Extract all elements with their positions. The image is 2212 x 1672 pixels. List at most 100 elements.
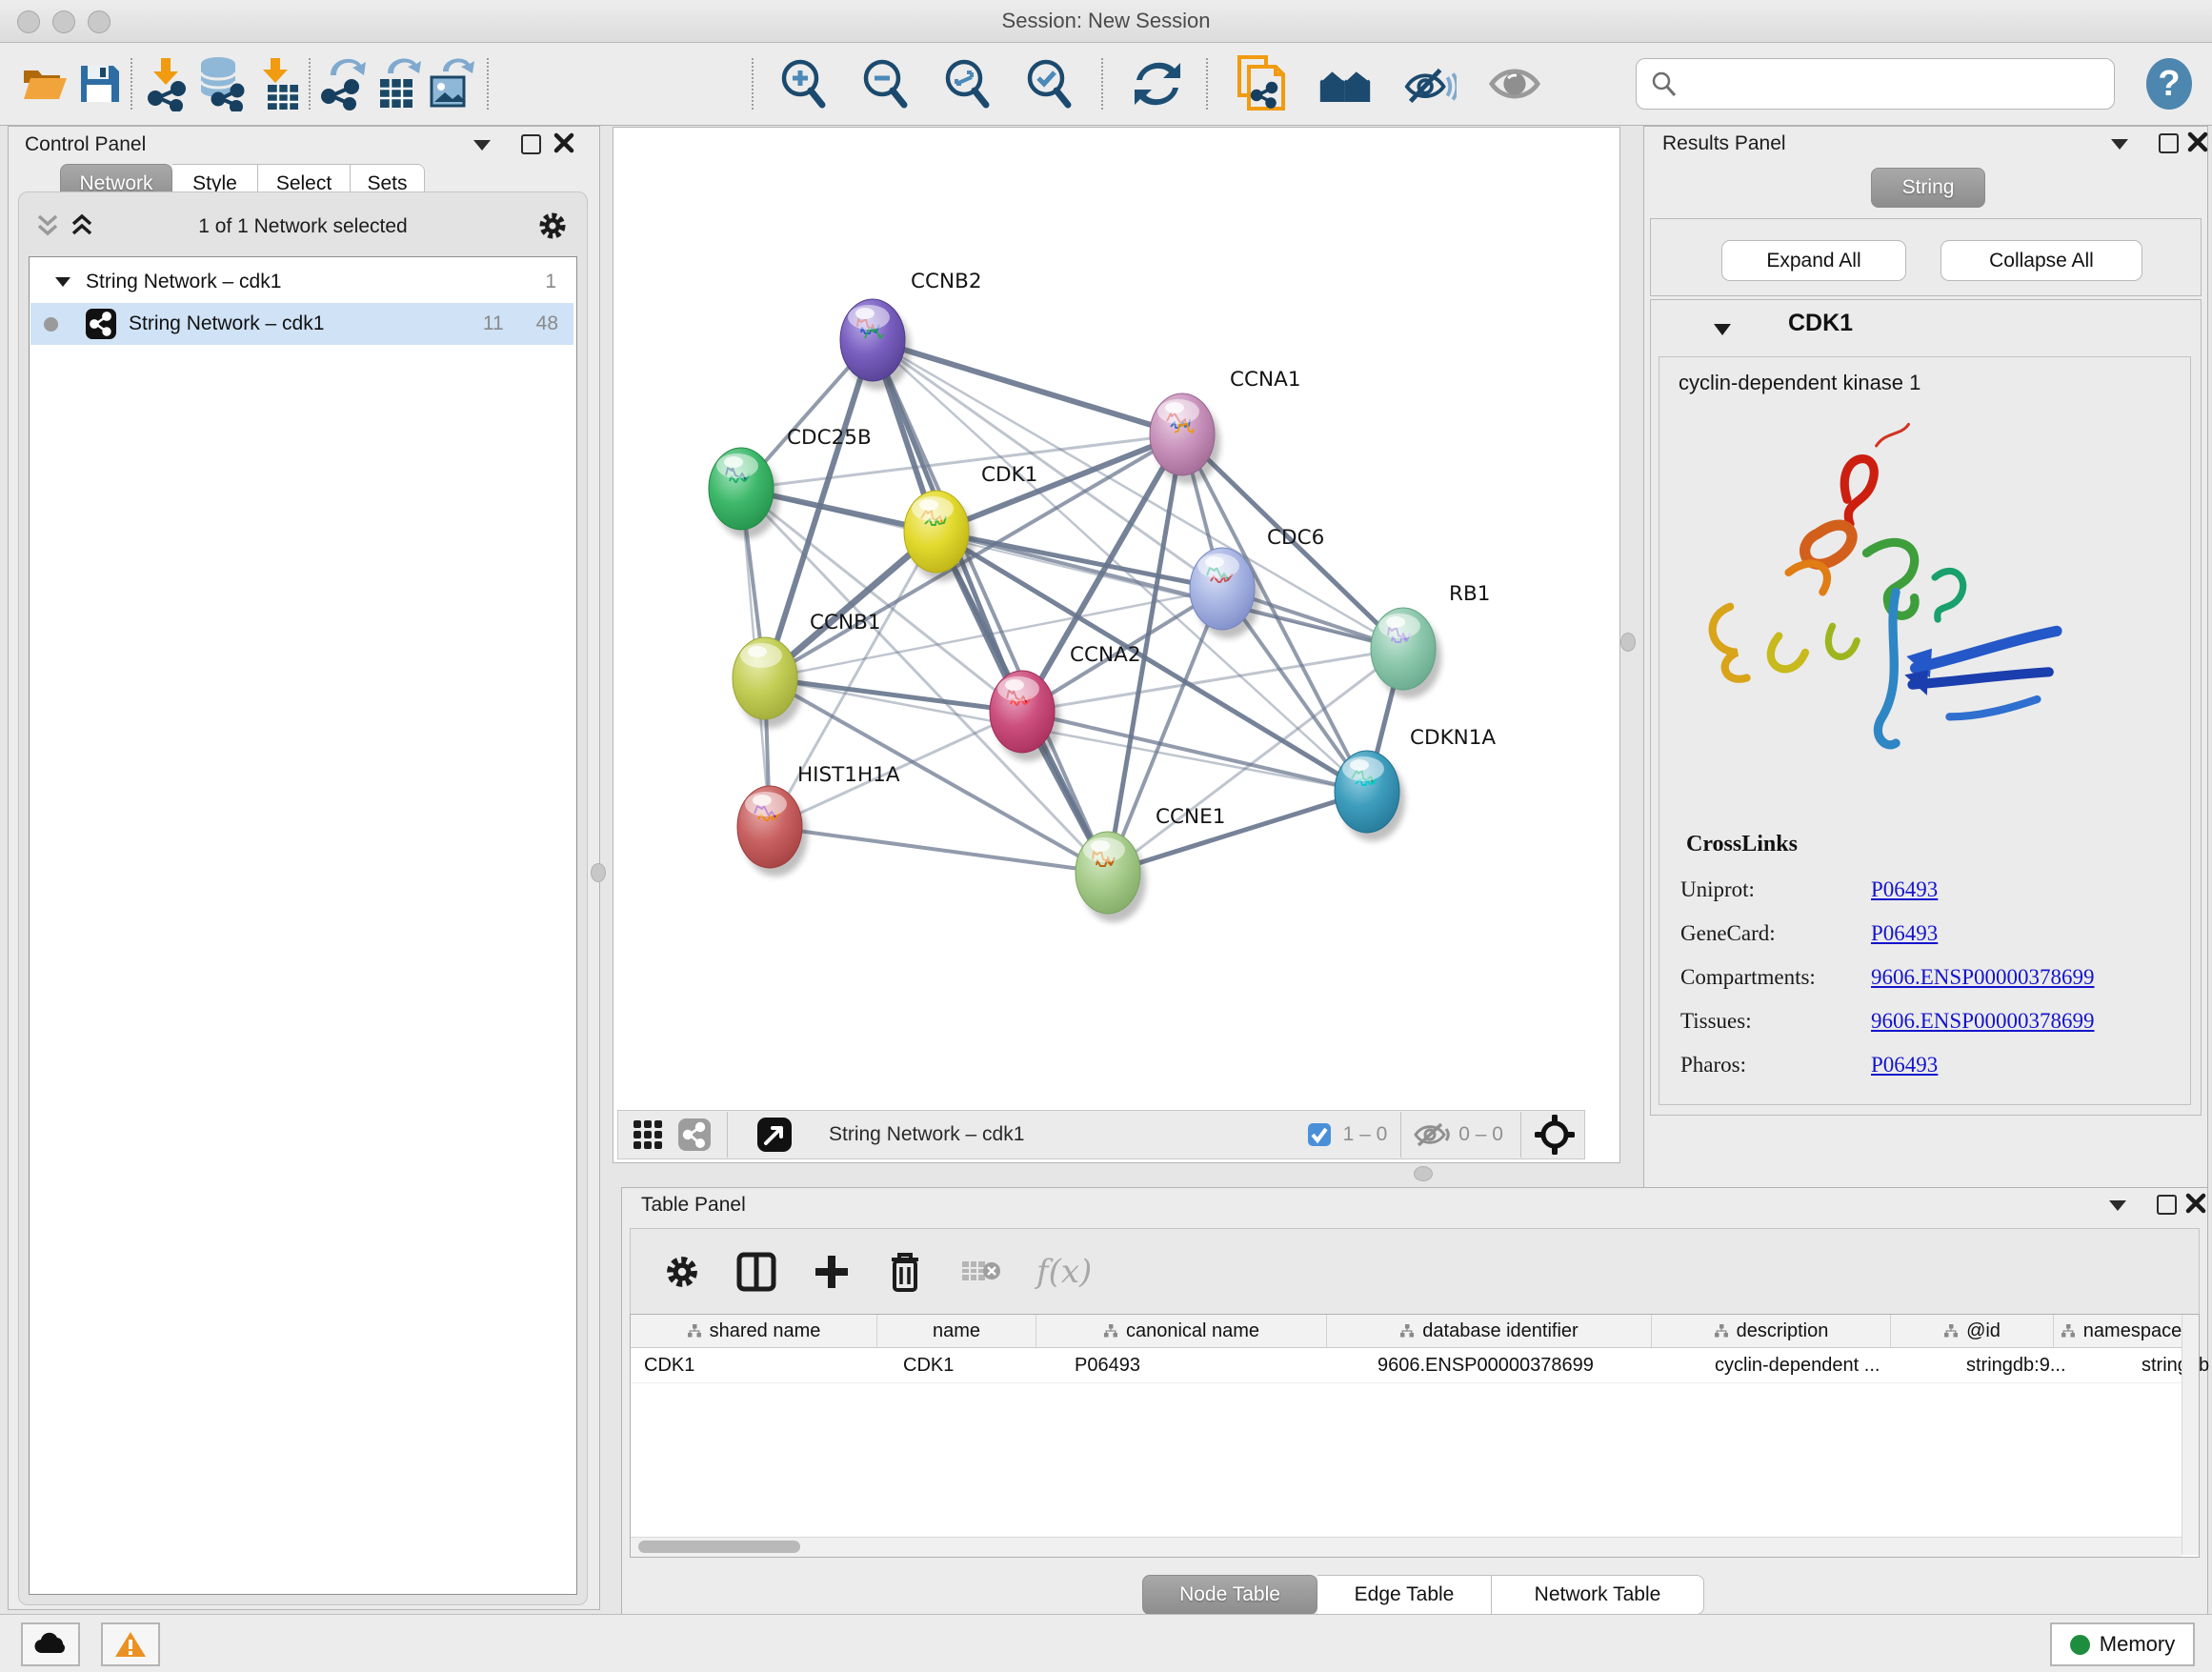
- crosslink-value-link[interactable]: 9606.ENSP00000378699: [1871, 965, 2095, 990]
- birds-eye-view-icon[interactable]: [756, 1117, 793, 1153]
- tab-edge-table[interactable]: Edge Table: [1317, 1575, 1492, 1615]
- pan-crosshair-icon[interactable]: [1535, 1115, 1575, 1155]
- zoom-fit-icon[interactable]: [940, 56, 994, 111]
- hide-selected-icon[interactable]: [1403, 56, 1457, 111]
- hidden-items-eye-icon: [1413, 1120, 1451, 1149]
- refresh-layout-icon[interactable]: [1131, 56, 1184, 111]
- show-columns-icon[interactable]: [735, 1251, 777, 1293]
- crosslink-value-link[interactable]: P06493: [1871, 877, 1938, 902]
- import-table-icon[interactable]: [251, 56, 305, 111]
- results-panel-float-icon[interactable]: [2111, 139, 2128, 150]
- crosslink-label: Pharos:: [1659, 1053, 1871, 1078]
- memory-button[interactable]: Memory: [2050, 1622, 2195, 1666]
- new-network-from-selection-icon[interactable]: [1234, 56, 1287, 111]
- control-panel-maximize-icon[interactable]: [521, 134, 541, 154]
- table-cell[interactable]: stringdb:9...: [1953, 1348, 2128, 1382]
- tab-network-table[interactable]: Network Table: [1492, 1575, 1704, 1615]
- collapse-all-button[interactable]: Collapse All: [1941, 240, 2142, 281]
- crosslink-value-link[interactable]: 9606.ENSP00000378699: [1871, 1009, 2095, 1034]
- table-vertical-scrollbar[interactable]: [2182, 1315, 2199, 1555]
- vertical-splitter-handle[interactable]: [1620, 633, 1636, 652]
- network-edge[interactable]: [765, 678, 1022, 712]
- network-edge[interactable]: [873, 340, 1182, 434]
- open-session-icon[interactable]: [18, 56, 71, 111]
- network-node-ccna1[interactable]: CCNA1: [1150, 368, 1301, 484]
- control-panel-close-icon[interactable]: [553, 132, 574, 153]
- import-network-icon[interactable]: [141, 56, 194, 111]
- first-neighbors-icon[interactable]: [1318, 56, 1372, 111]
- vertical-splitter-handle[interactable]: [591, 863, 606, 882]
- table-panel-maximize-icon[interactable]: [2157, 1195, 2177, 1215]
- table-panel-close-icon[interactable]: [2185, 1193, 2206, 1214]
- column-header[interactable]: database identifier: [1327, 1315, 1652, 1347]
- column-header[interactable]: name: [877, 1315, 1036, 1347]
- table-cell[interactable]: 9606.ENSP00000378699: [1364, 1348, 1701, 1382]
- network-node-rb1[interactable]: RB1: [1371, 582, 1490, 698]
- gene-collapse-caret-icon[interactable]: [1712, 321, 1733, 338]
- table-cell[interactable]: CDK1: [890, 1348, 1061, 1382]
- table-cell[interactable]: CDK1: [631, 1348, 890, 1382]
- selected-nodes-checkbox-icon[interactable]: [1307, 1122, 1332, 1147]
- crosslink-row: Tissues:9606.ENSP00000378699: [1659, 999, 2190, 1043]
- table-panel-float-icon[interactable]: [2109, 1200, 2126, 1211]
- crosslink-value-link[interactable]: P06493: [1871, 1053, 1938, 1078]
- network-row[interactable]: String Network – cdk1 11 48: [30, 303, 573, 345]
- main-toolbar: ?: [0, 43, 2212, 126]
- export-network-icon[interactable]: [316, 56, 370, 111]
- results-panel-maximize-icon[interactable]: [2159, 133, 2179, 153]
- control-panel-float-icon[interactable]: [473, 140, 491, 151]
- network-selection-status: 1 of 1 Network selected: [19, 215, 587, 238]
- network-edge[interactable]: [873, 340, 1403, 649]
- results-panel-close-icon[interactable]: [2187, 131, 2208, 152]
- network-node-cdkn1a[interactable]: CDKN1A: [1335, 726, 1496, 841]
- toolbar-search-field[interactable]: [1636, 58, 2115, 110]
- crosslink-row: Compartments:9606.ENSP00000378699: [1659, 956, 2190, 999]
- zoom-selected-icon[interactable]: [1022, 56, 1076, 111]
- help-icon[interactable]: ?: [2142, 56, 2196, 111]
- grid-view-icon[interactable]: [632, 1118, 664, 1151]
- add-column-icon[interactable]: [812, 1252, 852, 1292]
- network-node-ccne1[interactable]: CCNE1: [1076, 805, 1225, 922]
- tab-node-table[interactable]: Node Table: [1142, 1575, 1317, 1615]
- show-all-icon[interactable]: [1488, 56, 1541, 111]
- column-header[interactable]: description: [1652, 1315, 1891, 1347]
- network-collection-row[interactable]: String Network – cdk1 1: [30, 261, 573, 303]
- tab-string[interactable]: String: [1871, 168, 1985, 208]
- network-edge[interactable]: [1022, 712, 1367, 792]
- export-table-icon[interactable]: [370, 56, 423, 111]
- network-node-hist1h1a[interactable]: HIST1H1A: [737, 763, 900, 876]
- delete-column-trash-icon[interactable]: [886, 1250, 924, 1294]
- network-view-mode-icon[interactable]: [677, 1118, 712, 1152]
- network-edge[interactable]: [770, 827, 1108, 873]
- table-cell[interactable]: P06493: [1061, 1348, 1364, 1382]
- network-edge[interactable]: [1108, 792, 1367, 873]
- save-session-icon[interactable]: [72, 56, 126, 111]
- column-header[interactable]: canonical name: [1036, 1315, 1327, 1347]
- network-canvas[interactable]: CCNB2CCNA1CDC25BCDK1CDC6RB1CCNB1CCNA2CDK…: [613, 128, 1613, 1109]
- results-panel-title: Results Panel: [1662, 132, 1786, 155]
- network-node-ccnb2[interactable]: CCNB2: [840, 270, 982, 390]
- node-table[interactable]: shared namenamecanonical namedatabase id…: [630, 1314, 2200, 1558]
- table-options-gear-icon[interactable]: [663, 1253, 701, 1291]
- horizontal-splitter-handle[interactable]: [1414, 1166, 1433, 1181]
- table-cell[interactable]: stringdb: [2128, 1348, 2212, 1382]
- zoom-out-icon[interactable]: [858, 56, 912, 111]
- table-row[interactable]: CDK1CDK1P064939606.ENSP00000378699cyclin…: [631, 1348, 2199, 1383]
- table-horizontal-scrollbar[interactable]: [631, 1537, 2182, 1557]
- column-header[interactable]: shared name: [631, 1315, 877, 1347]
- crosslink-value-link[interactable]: P06493: [1871, 921, 1938, 946]
- import-network-from-database-icon[interactable]: [195, 56, 249, 111]
- network-view-title: String Network – cdk1: [829, 1123, 1024, 1146]
- table-cell[interactable]: cyclin-dependent ...: [1701, 1348, 1953, 1382]
- collection-expand-caret-icon[interactable]: [53, 274, 72, 290]
- search-input[interactable]: [1686, 64, 2114, 104]
- network-options-gear-icon[interactable]: [536, 210, 569, 242]
- column-header[interactable]: @id: [1891, 1315, 2054, 1347]
- warning-status-button[interactable]: [101, 1622, 160, 1666]
- export-image-icon[interactable]: [423, 56, 476, 111]
- cloud-status-button[interactable]: [21, 1622, 80, 1666]
- zoom-in-icon[interactable]: [776, 56, 830, 111]
- expand-all-button[interactable]: Expand All: [1721, 240, 1906, 281]
- network-edge[interactable]: [873, 340, 1108, 873]
- column-header[interactable]: namespace: [2054, 1315, 2189, 1347]
